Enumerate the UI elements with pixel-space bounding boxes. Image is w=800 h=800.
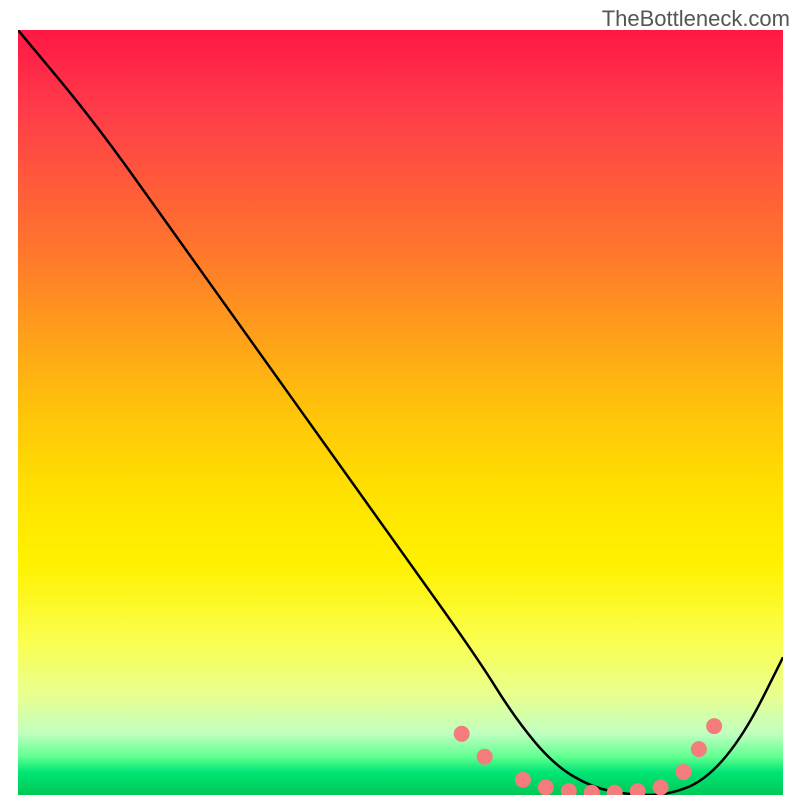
marker-point — [454, 726, 470, 742]
watermark-text: TheBottleneck.com — [602, 6, 790, 32]
marker-point — [515, 772, 531, 788]
marker-point — [691, 741, 707, 757]
marker-point — [676, 764, 692, 780]
marker-point — [477, 749, 493, 765]
marker-point — [561, 783, 577, 795]
marker-point — [706, 718, 722, 734]
chart-area — [18, 30, 783, 795]
marker-point — [653, 779, 669, 795]
marker-point — [538, 779, 554, 795]
curve-line — [18, 30, 783, 795]
marker-point — [630, 783, 646, 795]
chart-svg — [18, 30, 783, 795]
marker-point — [607, 785, 623, 795]
